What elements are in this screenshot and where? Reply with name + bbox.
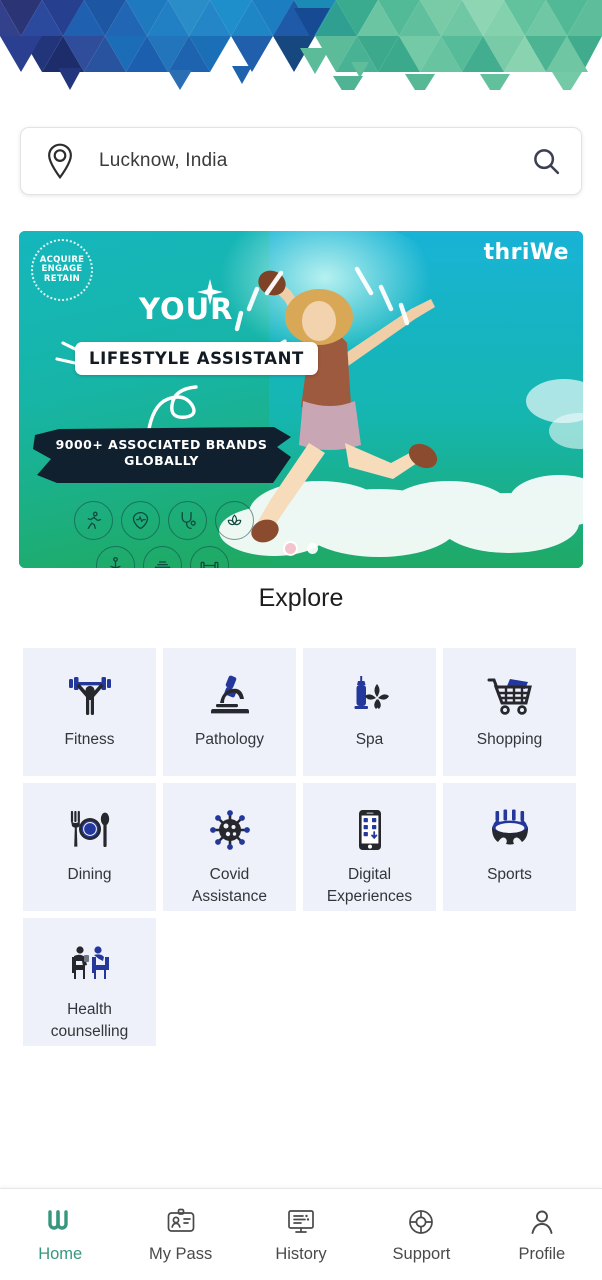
- explore-tile-shopping[interactable]: Shopping: [443, 648, 576, 776]
- explore-tile-label: Health counselling: [50, 1001, 129, 1041]
- nav-item-home[interactable]: Home: [0, 1189, 120, 1280]
- explore-tile-label: Covid Assistance: [192, 866, 267, 906]
- triangle-pattern-svg: [0, 0, 602, 90]
- circle-row-1: [74, 501, 254, 540]
- nav-item-profile[interactable]: Profile: [482, 1189, 602, 1280]
- banner-category-circles: [74, 501, 254, 568]
- brands-ribbon-text: 9000+ ASSOCIATED BRANDS GLOBALLY: [39, 437, 284, 469]
- location-search-wrapper: Lucknow, India: [20, 127, 582, 195]
- thriwe-brand-logo: thriWe: [483, 240, 569, 265]
- nav-item-history[interactable]: History: [241, 1189, 361, 1280]
- carousel-dot-1[interactable]: [284, 543, 296, 554]
- shopping-cart-icon: [486, 670, 534, 720]
- running-person-icon: [74, 501, 113, 540]
- explore-tile-label: Pathology: [195, 731, 264, 748]
- location-search-bar[interactable]: Lucknow, India: [20, 127, 582, 195]
- spa-lotus-icon: [346, 670, 394, 720]
- nav-label: Support: [392, 1244, 451, 1263]
- explore-tile-label: Sports: [487, 866, 532, 883]
- nav-label: Profile: [518, 1244, 566, 1263]
- promo-banner-carousel[interactable]: ACQUIRE ENGAGE RETAIN YOUR LIFESTYLE ASS…: [19, 231, 583, 568]
- ribbon-line-2: GLOBALLY: [124, 453, 199, 468]
- badge-line-3: RETAIN: [43, 273, 81, 284]
- spa-lotus-icon: [215, 501, 254, 540]
- person-icon: [526, 1206, 558, 1238]
- carousel-dot-2[interactable]: [306, 543, 318, 554]
- explore-tile-health-counselling[interactable]: Health counselling: [23, 918, 156, 1046]
- carousel-dots[interactable]: [19, 543, 583, 554]
- ribbon-line-1: 9000+ ASSOCIATED BRANDS: [55, 437, 268, 452]
- location-pin-icon: [43, 142, 77, 180]
- cutlery-plate-icon: [66, 805, 114, 855]
- nav-label: History: [275, 1244, 327, 1263]
- explore-section-title: Explore: [258, 584, 344, 612]
- explore-tile-fitness[interactable]: Fitness: [23, 648, 156, 776]
- id-badge-icon: [165, 1206, 197, 1238]
- search-icon[interactable]: [531, 146, 561, 176]
- explore-tile-sports[interactable]: Sports: [443, 783, 576, 911]
- explore-tile-label: Shopping: [476, 731, 543, 748]
- explore-tile-pathology[interactable]: Pathology: [163, 648, 296, 776]
- search-input-value[interactable]: Lucknow, India: [99, 150, 531, 172]
- header-triangle-mosaic: [0, 0, 602, 90]
- lifebuoy-icon: [405, 1206, 437, 1238]
- monitor-list-icon: [285, 1206, 317, 1238]
- nav-item-support[interactable]: Support: [361, 1189, 481, 1280]
- counselling-chairs-icon: [66, 940, 114, 990]
- microscope-icon: [206, 670, 254, 720]
- smartphone-apps-icon: [346, 805, 394, 855]
- explore-tile-dining[interactable]: Dining: [23, 783, 156, 911]
- bottom-navigation-bar: Home My Pass History Support Profile: [0, 1188, 602, 1280]
- nav-label: Home: [38, 1244, 83, 1263]
- explore-tile-covid-assistance[interactable]: Covid Assistance: [163, 783, 296, 911]
- explore-tile-label: Digital Experiences: [326, 866, 413, 906]
- explore-tile-label: Spa: [355, 731, 384, 748]
- explore-tile-label: Fitness: [64, 731, 115, 748]
- weightlifter-icon: [66, 670, 114, 720]
- banner-headline-word: YOUR: [139, 292, 234, 326]
- stethoscope-icon: [168, 501, 207, 540]
- nav-item-my-pass[interactable]: My Pass: [120, 1189, 240, 1280]
- explore-tile-grid: Fitness Pathology Spa Shopping Dining Co…: [23, 648, 579, 1046]
- explore-tile-digital-experiences[interactable]: Digital Experiences: [303, 783, 436, 911]
- stadium-icon: [486, 805, 534, 855]
- explore-tile-spa[interactable]: Spa: [303, 648, 436, 776]
- explore-tile-label: Dining: [67, 866, 112, 883]
- virus-icon: [206, 805, 254, 855]
- acquire-engage-retain-badge: ACQUIRE ENGAGE RETAIN: [31, 239, 93, 301]
- thriwe-w-logo-icon: [45, 1206, 75, 1238]
- nav-label: My Pass: [148, 1244, 213, 1263]
- heart-health-icon: [121, 501, 160, 540]
- banner-lifestyle-pill: LIFESTYLE ASSISTANT: [75, 342, 318, 375]
